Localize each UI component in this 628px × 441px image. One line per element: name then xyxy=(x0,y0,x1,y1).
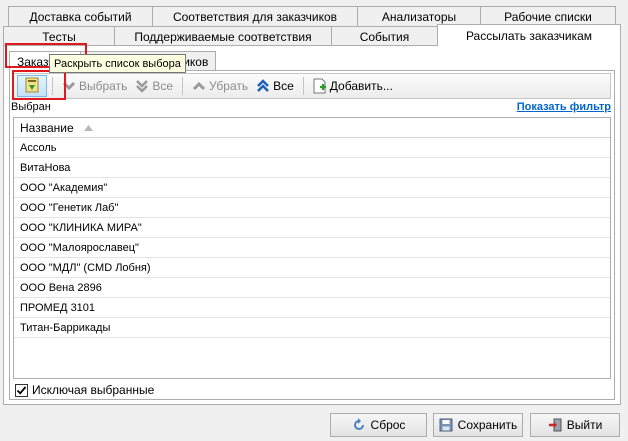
table-row[interactable]: ООО "Академия" xyxy=(14,178,610,198)
toolbar-separator xyxy=(302,77,304,95)
select-label: Выбрать xyxy=(79,79,128,93)
reset-icon xyxy=(352,418,366,432)
double-chevron-down-icon xyxy=(135,79,149,93)
column-header-label: Название xyxy=(20,120,74,135)
exit-label: Выйти xyxy=(566,418,603,432)
exclude-selected-label: Исключая выбранные xyxy=(32,383,155,397)
add-label: Добавить... xyxy=(329,79,393,93)
customers-grid: Название Ассоль ВитаНова ООО "Академия" … xyxy=(13,117,611,379)
tab-supported-mappings[interactable]: Поддерживаемые соответствия xyxy=(114,26,332,46)
tooltip: Раскрыть список выбора xyxy=(49,54,186,73)
toolbar-separator xyxy=(182,77,184,95)
select-button[interactable]: Выбрать xyxy=(58,75,131,97)
table-row[interactable]: Ассоль xyxy=(14,138,610,158)
remove-all-label: Все xyxy=(273,79,294,93)
exit-button[interactable]: Выйти xyxy=(530,413,620,437)
reset-button[interactable]: Сброс xyxy=(330,413,427,437)
tab-tests[interactable]: Тесты xyxy=(3,26,115,46)
exclude-selected-checkbox[interactable] xyxy=(15,383,28,397)
column-header-name[interactable]: Название xyxy=(14,118,610,138)
exclude-selected-option[interactable]: Исключая выбранные xyxy=(15,383,154,397)
table-row[interactable]: ООО "МДЛ" (CMD Лобня) xyxy=(14,258,610,278)
reset-label: Сброс xyxy=(370,418,406,432)
save-icon xyxy=(439,418,453,432)
send-to-customers-panel: Заказчики Категории заказчиков Выбрат xyxy=(3,43,621,405)
double-chevron-up-icon xyxy=(256,79,270,93)
tab-send-to-customers[interactable]: Рассылать заказчикам xyxy=(437,24,621,46)
sort-ascending-icon xyxy=(83,124,93,131)
remove-all-button[interactable]: Все xyxy=(252,75,298,97)
select-all-button[interactable]: Все xyxy=(131,75,177,97)
add-button[interactable]: Добавить... xyxy=(309,75,397,97)
tab-customer-mappings[interactable]: Соответствия для заказчиков xyxy=(152,6,358,26)
customers-pane: Выбрать Все Убрать Все Добавить... Выбра… xyxy=(9,70,615,400)
remove-label: Убрать xyxy=(209,79,249,93)
selected-label: Выбран xyxy=(11,101,51,113)
toolbar-separator xyxy=(52,77,53,95)
tab-row-upper: Доставка событий Соответствия для заказч… xyxy=(8,6,616,26)
select-all-label: Все xyxy=(152,79,174,93)
table-row[interactable]: ООО "Генетик Лаб" xyxy=(14,198,610,218)
table-row[interactable]: ООО Вена 2896 xyxy=(14,278,610,298)
tab-analyzers[interactable]: Анализаторы xyxy=(357,6,481,26)
tab-events[interactable]: События xyxy=(331,26,438,46)
add-document-icon xyxy=(313,78,327,94)
save-label: Сохранить xyxy=(457,418,518,432)
chevron-down-icon xyxy=(62,80,76,92)
toolbar: Выбрать Все Убрать Все Добавить... xyxy=(13,73,611,99)
expand-list-button[interactable] xyxy=(17,75,47,97)
save-button[interactable]: Сохранить xyxy=(433,413,523,437)
table-row[interactable]: ООО "Малоярославец" xyxy=(14,238,610,258)
table-row[interactable]: ООО "КЛИНИКА МИРА" xyxy=(14,218,610,238)
table-row[interactable]: Титан-Баррикады xyxy=(14,318,610,338)
tab-event-delivery[interactable]: Доставка событий xyxy=(8,6,153,26)
checkmark-icon xyxy=(16,385,27,395)
expand-list-icon xyxy=(24,77,40,96)
remove-button[interactable]: Убрать xyxy=(188,75,252,97)
table-row[interactable]: ВитаНова xyxy=(14,158,610,178)
table-row[interactable]: ПРОМЕД 3101 xyxy=(14,298,610,318)
exit-icon xyxy=(548,418,562,432)
show-filter-link[interactable]: Показать фильтр xyxy=(517,101,611,113)
chevron-up-icon xyxy=(192,80,206,92)
tab-row-lower: Тесты Поддерживаемые соответствия Событи… xyxy=(3,24,621,46)
tab-work-lists[interactable]: Рабочие списки xyxy=(480,6,616,26)
